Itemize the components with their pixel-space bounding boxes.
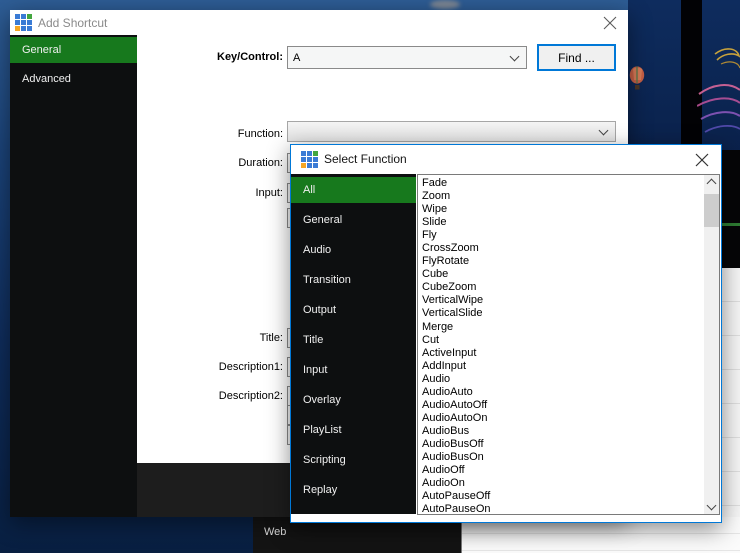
- fireworks-image: [697, 42, 740, 157]
- function-item[interactable]: FlyRotate: [422, 255, 703, 268]
- category-item[interactable]: Output: [291, 297, 416, 323]
- function-item[interactable]: AudioBusOff: [422, 438, 703, 451]
- select-function-title: Select Function: [324, 152, 407, 166]
- function-item[interactable]: AutoPauseOn: [422, 503, 703, 513]
- function-item[interactable]: AudioOn: [422, 477, 703, 490]
- function-category-list: All General Audio Transition Output Title Inpu…: [291, 174, 416, 514]
- vmix-logo-icon: [301, 151, 318, 168]
- chevron-down-icon: [599, 125, 609, 135]
- chevron-down-icon: [510, 51, 520, 61]
- function-items: FadeZoomWipeSlideFlyCrossZoomFlyRotateCu…: [419, 176, 703, 513]
- function-item[interactable]: VerticalWipe: [422, 294, 703, 307]
- function-item[interactable]: ActiveInput: [422, 347, 703, 360]
- select-function-dialog: Select Function All General Audio Transitio…: [290, 144, 722, 523]
- function-item[interactable]: AutoPauseOff: [422, 490, 703, 503]
- key-control-label: Key/Control:: [90, 51, 283, 63]
- function-item[interactable]: Slide: [422, 216, 703, 229]
- function-item[interactable]: AudioAutoOff: [422, 399, 703, 412]
- hot-air-balloon-image: [629, 66, 646, 94]
- category-item[interactable]: Transition: [291, 267, 416, 293]
- close-icon[interactable]: [694, 152, 710, 168]
- vmix-logo-icon: [15, 14, 32, 31]
- function-item[interactable]: CubeZoom: [422, 281, 703, 294]
- category-item[interactable]: Input: [291, 357, 416, 383]
- category-item[interactable]: Overlay: [291, 387, 416, 413]
- category-item[interactable]: All: [291, 177, 416, 203]
- scroll-down-icon[interactable]: [704, 498, 719, 513]
- description2-label: Description2:: [90, 390, 283, 402]
- function-item[interactable]: Merge: [422, 321, 703, 334]
- add-shortcut-title: Add Shortcut: [38, 16, 107, 30]
- input-label: Input:: [90, 187, 283, 199]
- web-tab[interactable]: Web: [264, 526, 286, 538]
- scrollbar[interactable]: [704, 175, 719, 514]
- background-app-table: [721, 268, 740, 553]
- category-item[interactable]: Audio: [291, 237, 416, 263]
- close-icon[interactable]: [602, 15, 618, 31]
- duration-label: Duration:: [90, 157, 283, 169]
- function-item[interactable]: Cut: [422, 334, 703, 347]
- category-item[interactable]: Title: [291, 327, 416, 353]
- description1-label: Description1:: [90, 361, 283, 373]
- function-item[interactable]: AudioBus: [422, 425, 703, 438]
- function-item[interactable]: AudioAutoOn: [422, 412, 703, 425]
- function-listbox: FadeZoomWipeSlideFlyCrossZoomFlyRotateCu…: [417, 174, 720, 515]
- title-label: Title:: [90, 332, 283, 344]
- background-app-dark-panel: [721, 150, 740, 268]
- function-item[interactable]: Fade: [422, 177, 703, 190]
- sidebar-item[interactable]: Advanced: [10, 66, 137, 92]
- function-item[interactable]: AddInput: [422, 360, 703, 373]
- category-item[interactable]: General: [291, 207, 416, 233]
- add-shortcut-titlebar[interactable]: Add Shortcut: [10, 10, 628, 35]
- function-item[interactable]: AudioAuto: [422, 386, 703, 399]
- category-item[interactable]: Replay: [291, 477, 416, 503]
- function-item[interactable]: Audio: [422, 373, 703, 386]
- function-item[interactable]: Fly: [422, 229, 703, 242]
- function-item[interactable]: CrossZoom: [422, 242, 703, 255]
- function-item[interactable]: AudioBusOn: [422, 451, 703, 464]
- category-item[interactable]: Scripting: [291, 447, 416, 473]
- function-item[interactable]: Cube: [422, 268, 703, 281]
- function-combobox[interactable]: [287, 121, 616, 142]
- scrollbar-thumb[interactable]: [704, 194, 719, 227]
- scroll-up-icon[interactable]: [704, 176, 719, 191]
- function-item[interactable]: AudioOff: [422, 464, 703, 477]
- wallpaper-highlight: [430, 0, 460, 9]
- function-item[interactable]: Wipe: [422, 203, 703, 216]
- function-item[interactable]: Zoom: [422, 190, 703, 203]
- add-shortcut-sidebar: GeneralAdvanced: [10, 35, 137, 517]
- function-label: Function:: [90, 128, 283, 140]
- function-item[interactable]: VerticalSlide: [422, 307, 703, 320]
- key-control-combobox[interactable]: A: [287, 46, 527, 69]
- key-control-value: A: [293, 52, 300, 64]
- background-app-green-row: [721, 223, 740, 226]
- select-function-titlebar[interactable]: Select Function: [291, 145, 721, 172]
- category-item[interactable]: PlayList: [291, 417, 416, 443]
- find-button[interactable]: Find ...: [537, 44, 616, 71]
